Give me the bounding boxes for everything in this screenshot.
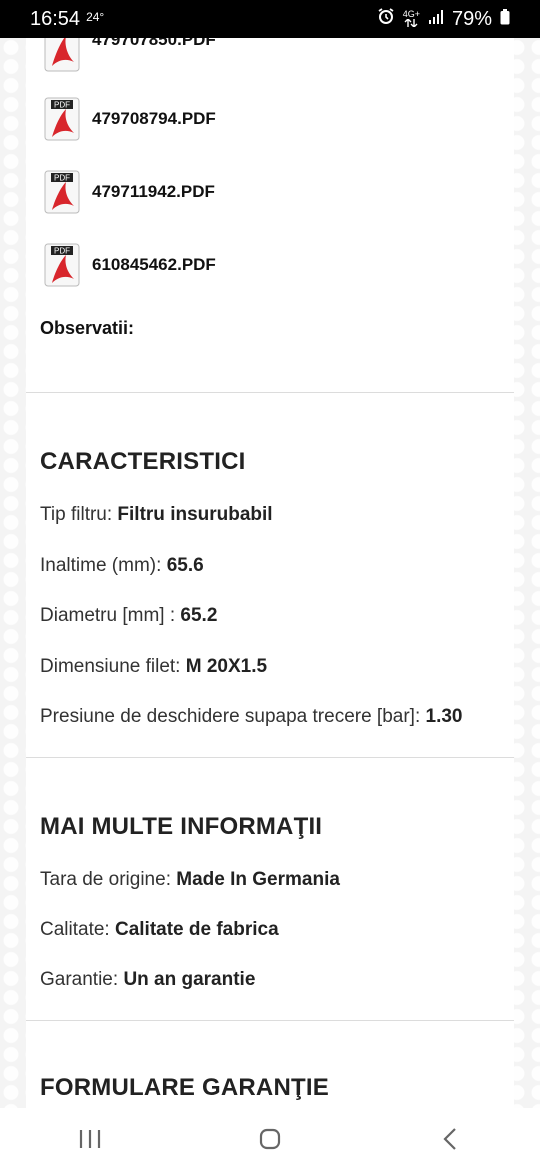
attribute-label: Inaltime (mm): <box>40 555 167 576</box>
status-time: 16:54 <box>30 7 81 30</box>
system-navigation-bar <box>0 1108 540 1170</box>
attribute-value: 65.2 <box>180 605 218 626</box>
section-divider <box>26 1020 514 1021</box>
characteristics-title: CARACTERISTICI <box>40 448 246 475</box>
attribute-row: Inaltime (mm): 65.6 <box>40 555 204 577</box>
pdf-file-icon: PDF <box>44 170 80 214</box>
attribute-label: Dimensiune filet: <box>40 656 186 677</box>
signal-icon <box>428 8 444 31</box>
alarm-icon <box>377 7 395 31</box>
file-link-4[interactable]: PDF 610845462.PDF <box>44 243 216 287</box>
status-bar: 16:54 24° 4G+ 79% <box>0 0 540 38</box>
back-chevron-icon <box>443 1128 456 1150</box>
network-type-icon: 4G+ <box>402 8 420 29</box>
attribute-value: Calitate de fabrica <box>114 919 279 940</box>
attribute-value: 1.30 <box>425 706 463 727</box>
pdf-icon-label: PDF <box>54 247 70 256</box>
attribute-value: 65.6 <box>166 555 204 576</box>
recent-apps-icon <box>79 1130 101 1148</box>
observations-label: Observatii: <box>40 318 135 338</box>
battery-percent: 79% <box>451 7 492 30</box>
attribute-label: Calitate: <box>40 919 115 940</box>
attribute-row: Calitate: Calitate de fabrica <box>40 919 279 941</box>
attribute-value: Made In Germania <box>176 869 340 890</box>
file-link-3[interactable]: PDF 479711942.PDF <box>44 170 215 214</box>
attribute-row: Presiune de deschidere supapa trecere [b… <box>40 706 463 728</box>
status-temperature: 24° <box>86 9 105 24</box>
file-link-2[interactable]: PDF 479708794.PDF <box>44 97 216 141</box>
section-divider <box>26 757 514 758</box>
attribute-row: Dimensiune filet: M 20X1.5 <box>40 656 267 678</box>
file-name[interactable]: 610845462.PDF <box>92 255 216 275</box>
attribute-row: Tip filtru: Filtru insurubabil <box>40 504 273 526</box>
attribute-row: Garantie: Un an garantie <box>40 969 255 991</box>
pdf-icon-label: PDF <box>54 174 70 183</box>
file-name[interactable]: 479708794.PDF <box>92 109 216 129</box>
attribute-label: Garantie: <box>40 969 124 990</box>
recent-apps-button[interactable] <box>60 1119 120 1159</box>
back-button[interactable] <box>420 1119 480 1159</box>
home-icon <box>259 1128 281 1150</box>
network-type-label: 4G+ <box>402 8 420 19</box>
file-name[interactable]: 479711942.PDF <box>92 182 215 202</box>
attribute-row: Tara de origine: Made In Germania <box>40 869 340 891</box>
attribute-value: Filtru insurubabil <box>117 504 273 525</box>
attribute-label: Tara de origine: <box>40 869 177 890</box>
battery-icon <box>500 8 510 31</box>
content-card <box>26 0 514 1108</box>
attribute-row: Diametru [mm] : 65.2 <box>40 605 217 627</box>
attribute-label: Tip filtru: <box>40 504 118 525</box>
pdf-file-icon: PDF <box>44 97 80 141</box>
pdf-icon-label: PDF <box>54 101 70 110</box>
attribute-label: Diametru [mm] : <box>40 605 181 626</box>
section-divider <box>26 392 514 393</box>
pdf-file-icon: PDF <box>44 243 80 287</box>
more-info-title: MAI MULTE INFORMAŢII <box>40 813 323 840</box>
warranty-forms-title: FORMULARE GARANŢIE <box>40 1074 329 1101</box>
home-button[interactable] <box>240 1119 300 1159</box>
attribute-value: Un an garantie <box>123 969 256 990</box>
attribute-label: Presiune de deschidere supapa trecere [b… <box>40 706 426 727</box>
attribute-value: M 20X1.5 <box>185 656 268 677</box>
